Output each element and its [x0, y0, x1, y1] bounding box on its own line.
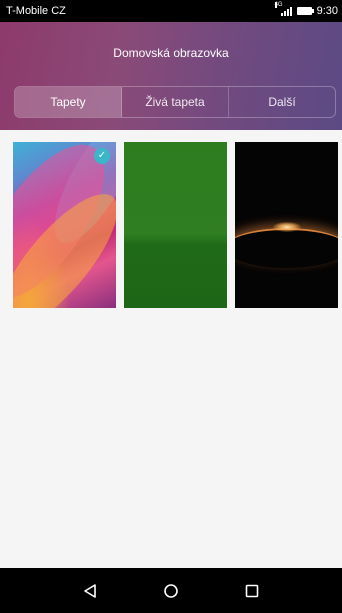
header: Domovská obrazovka Tapety Živá tapeta Da… [0, 22, 342, 130]
wallpaper-thumbnail-green[interactable] [124, 142, 227, 308]
carrier-name: T-Mobile CZ [6, 5, 66, 17]
home-circle-icon [164, 583, 178, 598]
recents-button[interactable] [236, 575, 268, 607]
back-button[interactable] [74, 575, 106, 607]
wallpaper-grid: ✓ [0, 130, 342, 568]
clock: 9:30 [316, 5, 338, 17]
recents-square-icon [245, 584, 258, 597]
tab-bar: Tapety Živá tapeta Další [14, 86, 336, 118]
network-type-label: 4G [274, 2, 283, 8]
status-icons: 4G 9:30 [274, 2, 338, 17]
page-title: Domovská obrazovka [113, 46, 229, 60]
wallpaper-thumbnail-planet[interactable] [235, 142, 338, 308]
tab-tapety[interactable]: Tapety [15, 87, 122, 117]
check-icon: ✓ [94, 148, 110, 164]
navigation-bar [0, 568, 342, 613]
tab-ziva-tapeta[interactable]: Živá tapeta [122, 87, 229, 117]
status-bar: T-Mobile CZ 4G 9:30 [0, 0, 342, 22]
home-button[interactable] [155, 575, 187, 607]
tab-dalsi[interactable]: Další [229, 87, 335, 117]
wallpaper-thumbnail-colorful[interactable]: ✓ [13, 142, 116, 308]
battery-icon [296, 7, 314, 15]
signal-icon: 4G [274, 2, 292, 16]
back-triangle-icon [84, 583, 97, 598]
